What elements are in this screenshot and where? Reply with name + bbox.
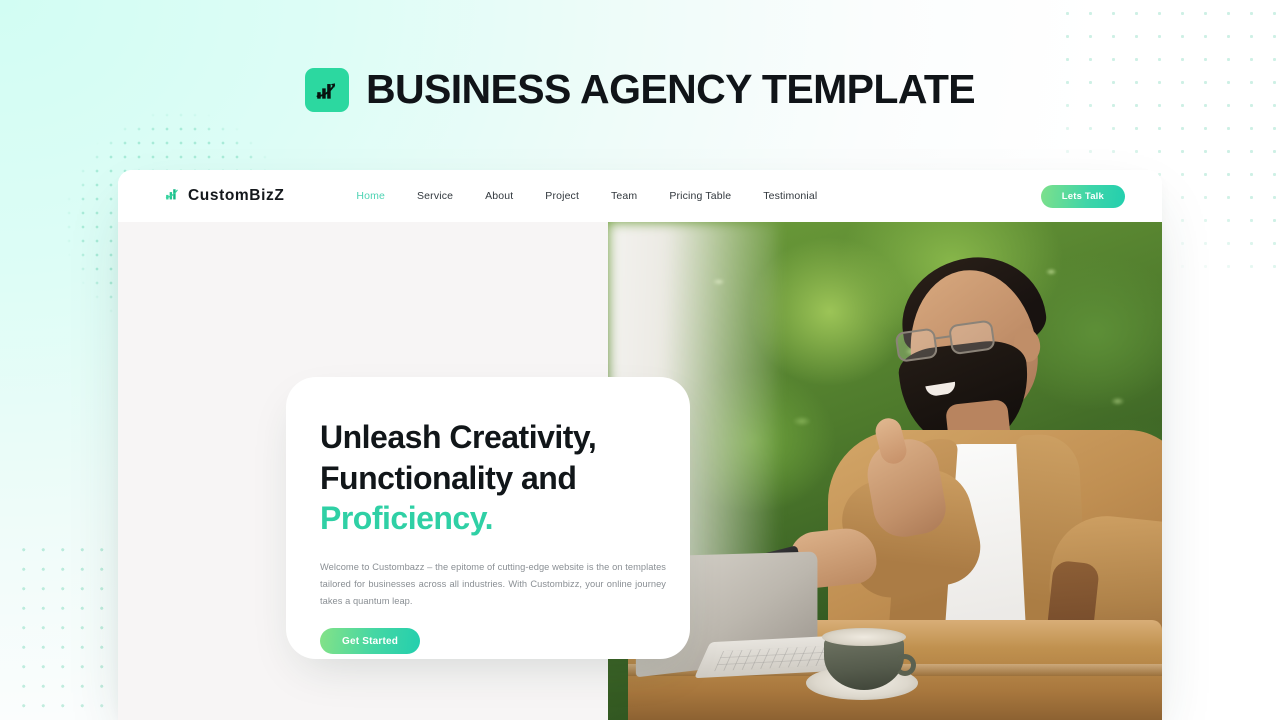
nav-links: Home Service About Project Team Pricing … (340, 190, 833, 202)
hero-heading-line2: Functionality and (320, 459, 577, 496)
page-title: BUSINESS AGENCY TEMPLATE (365, 66, 976, 112)
glasses-left-lens (894, 327, 939, 363)
get-started-button[interactable]: Get Started (320, 628, 421, 655)
hero-paragraph: Welcome to Custombazz – the epitome of c… (320, 561, 666, 607)
banner: BUSINESS AGENCY TEMPLATE (0, 66, 1280, 113)
hero-heading-line1: Unleash Creativity, (320, 419, 597, 455)
nav-item-home[interactable]: Home (340, 190, 401, 202)
hero-heading: Unleash Creativity, Functionality and Pr… (320, 417, 648, 539)
nav-item-project[interactable]: Project (529, 190, 595, 202)
logo[interactable]: CustomBizZ (164, 185, 284, 207)
glasses-right-lens (948, 319, 996, 356)
hero-photo (608, 222, 1162, 720)
navbar: CustomBizZ Home Service About Project Te… (118, 170, 1162, 222)
hero-heading-accent: Proficiency. (320, 500, 494, 537)
logo-text: CustomBizZ (188, 187, 285, 204)
hero-text-card: Unleash Creativity, Functionality and Pr… (286, 377, 690, 659)
nav-item-about[interactable]: About (469, 190, 529, 202)
hero-section: Unleash Creativity, Functionality and Pr… (118, 222, 1162, 720)
nav-item-pricing-table[interactable]: Pricing Table (653, 190, 747, 202)
lets-talk-button[interactable]: Lets Talk (1040, 184, 1125, 208)
coffee-cup-handle (894, 654, 916, 676)
nav-item-team[interactable]: Team (595, 190, 653, 202)
nav-item-testimonial[interactable]: Testimonial (747, 190, 833, 202)
website-preview-card: CustomBizZ Home Service About Project Te… (118, 170, 1162, 720)
bar-chart-growth-icon (304, 67, 349, 112)
nav-item-service[interactable]: Service (401, 190, 469, 202)
coffee-cup-rim (822, 628, 906, 646)
bar-chart-icon (164, 185, 181, 207)
